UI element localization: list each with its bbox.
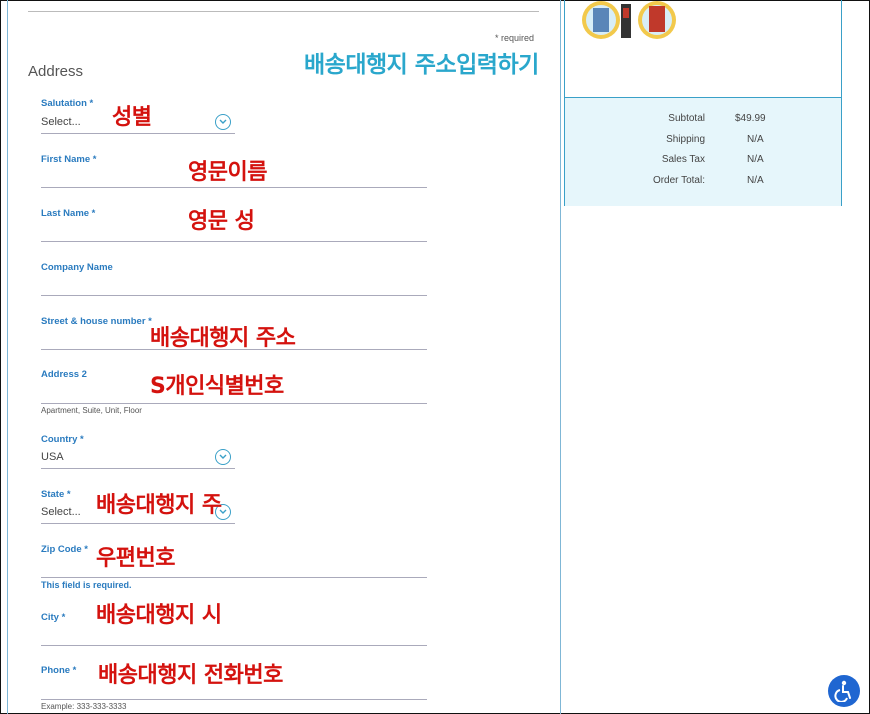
annotation-zip: 우편번호 [96,546,175,571]
salutation-underline [41,133,235,134]
accessibility-icon [834,680,851,702]
zip-underline [41,577,427,578]
city-underline [41,645,427,646]
zip-label: Zip Code * [41,544,88,555]
state-select[interactable]: Select... [41,506,81,518]
order-summary-panel: Subtotal $49.99 Shipping N/A Sales Tax N… [564,0,842,206]
annotation-state: 배송대행지 주 [96,493,222,518]
phone-hint: Example: 333-333-3333 [41,702,127,711]
last-name-label: Last Name * [41,208,96,219]
annotation-phone: 배송대행지 전화번호 [98,663,283,688]
salutation-select[interactable]: Select... [41,116,81,128]
street-label: Street & house number * [41,316,152,327]
city-label: City * [41,612,66,623]
annotation-last-name: 영문 성 [188,209,255,234]
annotation-address2: S개인식별번호 [150,374,284,399]
section-title: Address [28,63,84,80]
country-underline [41,468,235,469]
chevron-down-icon[interactable] [215,449,231,465]
address2-hint: Apartment, Suite, Unit, Floor [41,406,142,415]
phone-label: Phone * [41,665,77,676]
order-total-value: N/A [747,175,764,186]
annotation-first-name: 영문이름 [188,160,267,185]
required-note: * required [495,33,535,43]
address2-underline [41,403,427,404]
accessibility-button[interactable] [828,675,860,707]
last-name-underline [41,241,427,242]
city-input[interactable] [41,628,421,642]
state-underline [41,523,235,524]
salutation-label: Salutation * [41,98,94,109]
subtotal-value: $49.99 [735,113,766,124]
annotation-city: 배송대행지 시 [96,603,222,628]
chevron-down-icon[interactable] [215,114,231,130]
first-name-underline [41,187,427,188]
product-image [581,0,677,44]
sales-tax-label: Sales Tax [661,154,705,165]
top-divider [28,11,539,12]
company-name-label: Company Name [41,262,113,273]
state-label: State * [41,489,71,500]
zip-error-message: This field is required. [41,580,132,590]
country-select[interactable]: USA [41,451,64,463]
subtotal-label: Subtotal [668,113,705,124]
phone-underline [41,699,427,700]
company-name-underline [41,295,427,296]
annotation-title: 배송대행지 주소입력하기 [304,52,539,78]
first-name-label: First Name * [41,154,97,165]
shipping-value: N/A [747,134,764,145]
country-label: Country * [41,434,84,445]
sales-tax-value: N/A [747,154,764,165]
annotation-salutation: 성별 [112,105,152,130]
address2-label: Address 2 [41,369,87,380]
annotation-street: 배송대행지 주소 [150,326,296,351]
company-name-input[interactable] [41,278,421,292]
summary-box: Subtotal $49.99 Shipping N/A Sales Tax N… [565,97,841,206]
shipping-label: Shipping [666,134,705,145]
order-total-label: Order Total: [652,175,705,186]
